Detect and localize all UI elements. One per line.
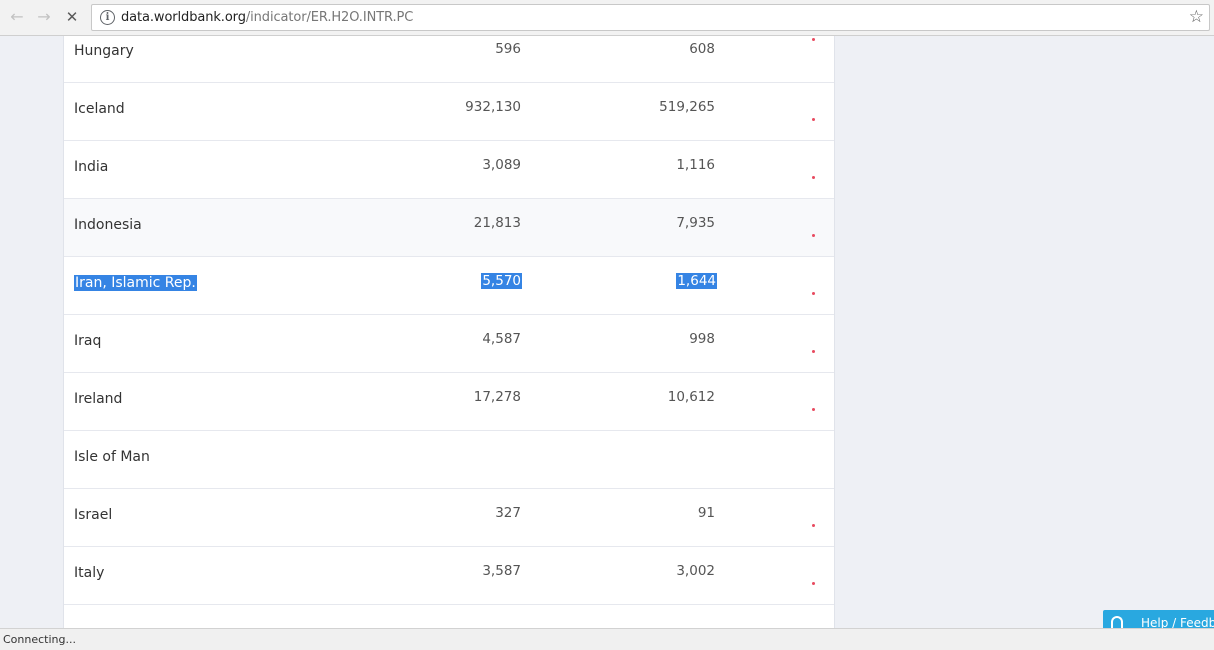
table-row-selected: Iran, Islamic Rep. 5,570 1,644: [64, 257, 834, 315]
table-row: Italy 3,587 3,002: [64, 547, 834, 605]
table-row: Israel 327 91: [64, 489, 834, 547]
table-row: India 3,089 1,116: [64, 141, 834, 199]
sparkline-dot: [812, 38, 815, 41]
value-column-2: 1,644: [676, 273, 717, 289]
country-name[interactable]: Ireland: [74, 391, 122, 407]
country-name[interactable]: Iceland: [74, 101, 125, 117]
table-row: Iceland 932,130 519,265: [64, 83, 834, 141]
value-column-1: 932,130: [465, 99, 521, 115]
forward-arrow-icon[interactable]: →: [33, 6, 55, 28]
sparkline-dot: [812, 524, 815, 527]
value-column-1: 4,587: [482, 331, 521, 347]
status-bar: Connecting...: [0, 628, 1214, 650]
help-feedback-button[interactable]: Help / Feedb: [1103, 610, 1214, 630]
table-row: Isle of Man: [64, 431, 834, 489]
value-column-1: 3,089: [482, 157, 521, 173]
data-table: Hungary 596 608 Iceland 932,130 519,265 …: [63, 36, 835, 628]
sparkline-dot: [812, 234, 815, 237]
value-column-1: 21,813: [473, 215, 521, 231]
value-column-1: 17,278: [473, 389, 521, 405]
value-column-1: 3,587: [482, 563, 521, 579]
stop-loading-icon[interactable]: ✕: [61, 6, 83, 28]
url-text[interactable]: data.worldbank.org/indicator/ER.H2O.INTR…: [121, 10, 413, 25]
country-name[interactable]: Isle of Man: [74, 449, 150, 465]
sparkline-dot: [812, 582, 815, 585]
value-column-1: 327: [495, 505, 521, 521]
table-row: Indonesia 21,813 7,935: [64, 199, 834, 257]
sparkline-dot: [812, 408, 815, 411]
country-name[interactable]: Indonesia: [74, 217, 142, 233]
value-column-2: 608: [689, 41, 715, 57]
url-path: /indicator/ER.H2O.INTR.PC: [245, 10, 414, 25]
value-column-1: 596: [495, 41, 521, 57]
country-name[interactable]: Israel: [74, 507, 112, 523]
country-name[interactable]: Iran, Islamic Rep.: [74, 275, 197, 291]
bookmark-star-icon[interactable]: ☆: [1189, 7, 1204, 27]
country-name[interactable]: India: [74, 159, 108, 175]
country-name[interactable]: Hungary: [74, 43, 134, 59]
table-row: Iraq 4,587 998: [64, 315, 834, 373]
value-column-2: 10,612: [667, 389, 715, 405]
table-row-partial: [64, 605, 834, 628]
url-host: data.worldbank.org: [121, 10, 246, 25]
value-column-1: 5,570: [481, 273, 522, 289]
country-name[interactable]: Italy: [74, 565, 104, 581]
status-text: Connecting...: [3, 633, 76, 646]
sparkline-dot: [812, 350, 815, 353]
sparkline-dot: [812, 176, 815, 179]
value-column-2: 998: [689, 331, 715, 347]
value-column-2: 3,002: [676, 563, 715, 579]
back-arrow-icon[interactable]: ←: [6, 6, 28, 28]
table-row: Ireland 17,278 10,612: [64, 373, 834, 431]
country-name[interactable]: Iraq: [74, 333, 101, 349]
value-column-2: 519,265: [659, 99, 715, 115]
value-column-2: 1,116: [676, 157, 715, 173]
browser-toolbar: ← → ✕ i data.worldbank.org/indicator/ER.…: [0, 0, 1214, 36]
sparkline-dot: [812, 292, 815, 295]
table-row: Hungary 596 608: [64, 36, 834, 83]
value-column-2: 7,935: [676, 215, 715, 231]
address-bar[interactable]: i data.worldbank.org/indicator/ER.H2O.IN…: [91, 4, 1210, 31]
sparkline-dot: [812, 118, 815, 121]
info-icon[interactable]: i: [100, 10, 115, 25]
value-column-2: 91: [697, 505, 715, 521]
headset-icon: [1111, 616, 1123, 628]
